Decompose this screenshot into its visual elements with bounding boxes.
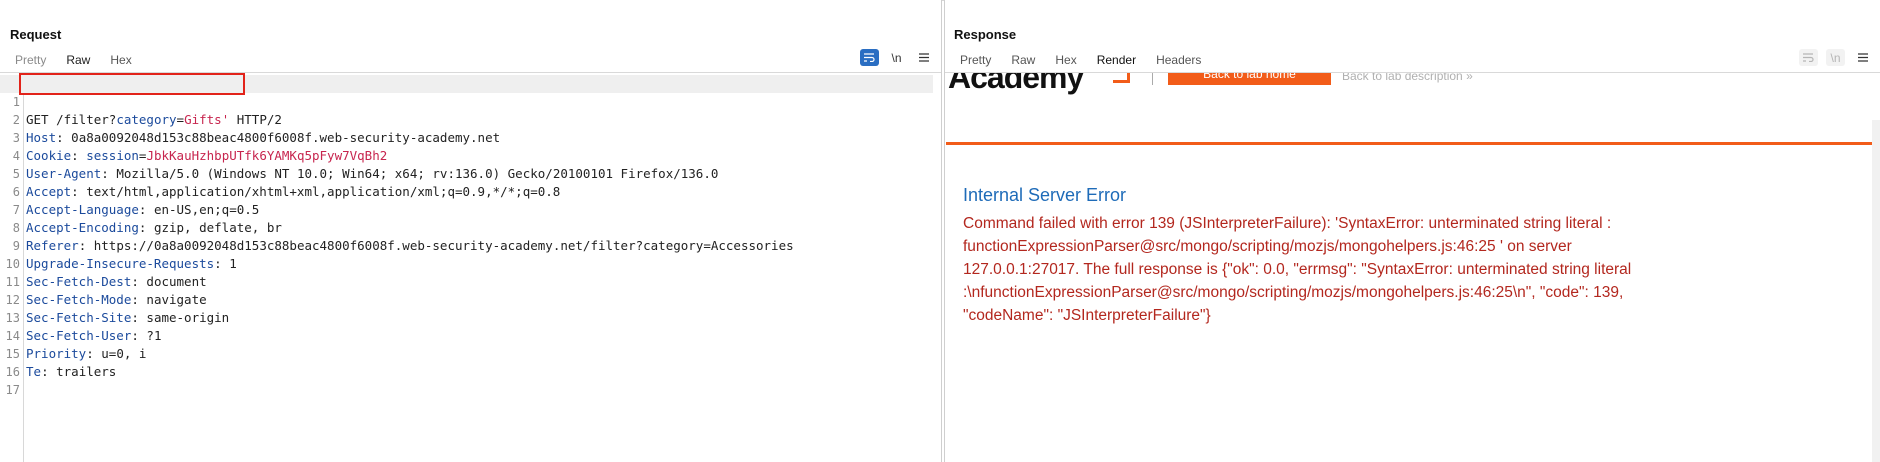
menu-icon[interactable] xyxy=(914,49,933,66)
request-line-13: 13 Sec-Fetch-User: ?1 xyxy=(0,291,933,343)
academy-logo-mark-icon xyxy=(1113,73,1130,83)
response-render-view: Academy Back to lab home Back to lab des… xyxy=(946,73,1880,462)
request-line-12: 12 Sec-Fetch-Site: same-origin xyxy=(0,273,933,325)
request-title: Request xyxy=(10,27,62,42)
response-tab-pretty[interactable]: Pretty xyxy=(950,52,1001,72)
request-line-5: 5 Accept: text/html,application/xhtml+xm… xyxy=(0,147,933,199)
response-tab-render[interactable]: Render xyxy=(1087,52,1146,72)
response-tab-hex[interactable]: Hex xyxy=(1045,52,1086,72)
request-line-17: 17 xyxy=(0,363,933,397)
request-tab-raw[interactable]: Raw xyxy=(52,52,105,77)
request-tab-hex[interactable]: Hex xyxy=(100,52,141,72)
newline-toggle[interactable]: \n xyxy=(887,49,906,66)
response-tab-raw[interactable]: Raw xyxy=(1001,52,1045,72)
response-tab-headers[interactable]: Headers xyxy=(1146,52,1211,72)
academy-logo: Academy xyxy=(948,73,1084,95)
request-line-14: 14 Priority: u=0, i xyxy=(0,309,933,361)
orange-divider xyxy=(946,142,1872,145)
request-line-16: 16 xyxy=(0,345,933,379)
render-scrollbar[interactable] xyxy=(1872,120,1880,462)
wrap-icon[interactable] xyxy=(1799,49,1818,66)
request-line-1: 1 GET /filter?category=Gifts' HTTP/2 xyxy=(0,73,933,127)
request-line-2: 2 Host: 0a8a0092048d153c88beac4800f6008f… xyxy=(0,93,933,145)
request-editor[interactable]: 1 GET /filter?category=Gifts' HTTP/2 2 H… xyxy=(0,73,933,462)
response-title: Response xyxy=(954,27,1017,42)
menu-icon[interactable] xyxy=(1853,49,1872,66)
wrap-icon[interactable] xyxy=(860,49,879,66)
response-tabs: Pretty Raw Hex Render Headers xyxy=(950,52,1211,72)
newline-toggle[interactable]: \n xyxy=(1826,49,1845,66)
error-message: Command failed with error 139 (JSInterpr… xyxy=(963,215,1632,324)
request-tabs: Pretty Raw Hex xyxy=(5,52,142,77)
request-line-6: 6 Accept-Language: en-US,en;q=0.5 xyxy=(0,165,933,217)
back-to-lab-description-link[interactable]: Back to lab description » xyxy=(1342,73,1473,83)
error-title: Internal Server Error xyxy=(963,185,1127,205)
request-tools: \n xyxy=(860,49,933,66)
request-line-7: 7 Accept-Encoding: gzip, deflate, br xyxy=(0,183,933,235)
request-line-10: 10 Sec-Fetch-Dest: document xyxy=(0,237,933,289)
highlight-box xyxy=(19,73,245,95)
request-line-4: 4 User-Agent: Mozilla/5.0 (Windows NT 10… xyxy=(0,129,933,181)
back-to-lab-home-button[interactable]: Back to lab home xyxy=(1168,73,1331,85)
request-line-3: 3 Cookie: session=JbkKauHzhbpUTfk6YAMKq5… xyxy=(0,111,933,163)
response-tools: \n xyxy=(1799,49,1872,66)
line-number: 17 xyxy=(5,383,20,397)
request-line-11: 11 Sec-Fetch-Mode: navigate xyxy=(0,255,933,307)
request-line-15: 15 Te: trailers xyxy=(0,327,933,379)
request-line-9: 9 Upgrade-Insecure-Requests: 1 xyxy=(0,219,933,271)
header-separator xyxy=(1152,73,1153,85)
request-tab-pretty[interactable]: Pretty xyxy=(5,52,56,72)
request-pane: Request Pretty Raw Hex \n 1 GET /filter?… xyxy=(0,0,942,462)
response-pane: Response Pretty Raw Hex Render Headers \… xyxy=(944,0,1880,462)
request-line-8: 8 Referer: https://0a8a0092048d153c88bea… xyxy=(0,201,933,253)
